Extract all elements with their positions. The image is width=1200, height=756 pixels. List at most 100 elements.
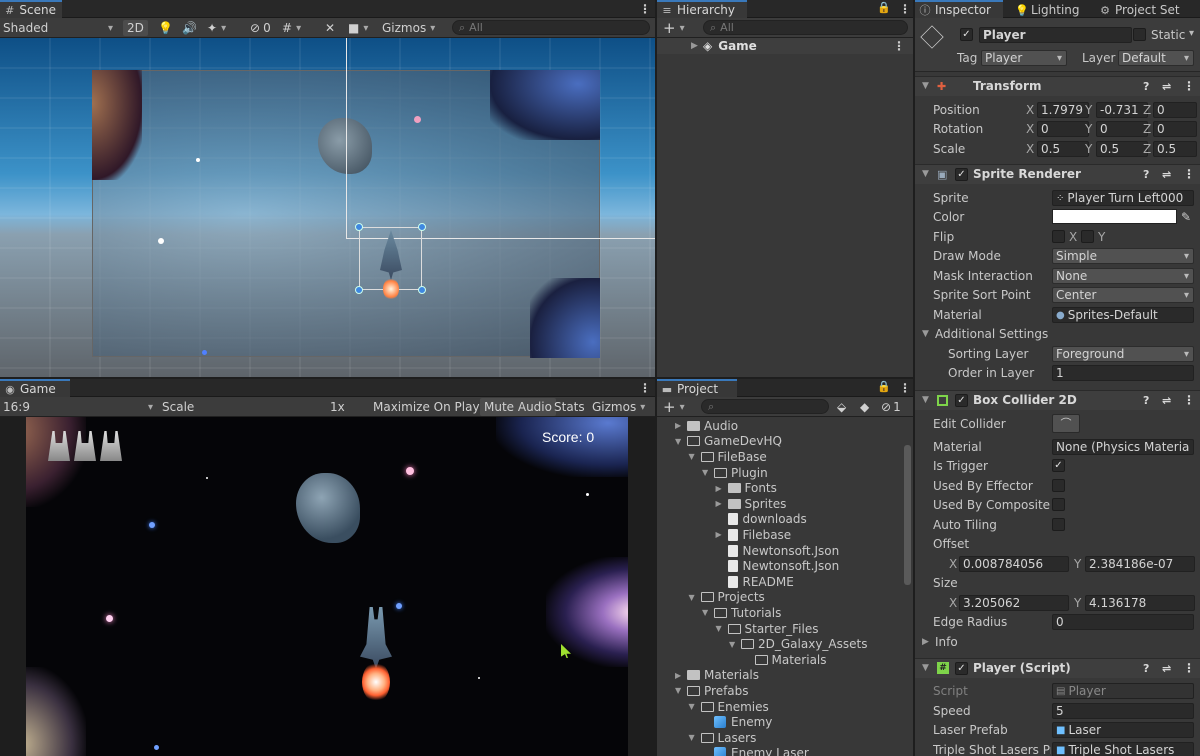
info-foldout[interactable]: ▶ Info: [915, 632, 1200, 652]
create-asset-dropdown[interactable]: +: [663, 398, 685, 416]
tab-lighting[interactable]: 💡 Lighting: [1011, 0, 1086, 18]
project-tree-item[interactable]: ▼ Prefabs: [657, 683, 901, 699]
project-scrollbar[interactable]: [904, 445, 911, 585]
component-menu-icon[interactable]: ⋮: [1183, 393, 1195, 407]
eyedropper-icon[interactable]: ✎: [1181, 210, 1191, 224]
sprite-material-field[interactable]: ● Sprites-Default: [1052, 307, 1194, 323]
preset-icon[interactable]: ⇌: [1162, 80, 1171, 93]
hidden-objects-icon[interactable]: ⊘ 0: [250, 19, 271, 37]
static-checkbox[interactable]: [1133, 28, 1146, 41]
expand-arrow-icon[interactable]: ▶: [716, 530, 725, 539]
box-collider-enabled-checkbox[interactable]: ✓: [955, 394, 968, 407]
project-tree-item[interactable]: Enemy Laser: [657, 746, 901, 756]
collapse-arrow-icon[interactable]: ▼: [675, 686, 684, 695]
edit-collider-button[interactable]: ⌒: [1052, 414, 1080, 433]
scene-search-input[interactable]: ⌕ All: [452, 20, 650, 35]
lock-icon[interactable]: 🔒: [877, 1, 891, 14]
collapse-arrow-icon[interactable]: ▼: [702, 608, 711, 617]
mute-audio-toggle[interactable]: Mute Audio: [480, 398, 556, 416]
2d-toggle-button[interactable]: 2D: [123, 20, 148, 36]
project-tree-item[interactable]: ▼ Lasers: [657, 730, 901, 746]
additional-settings-foldout[interactable]: ▼ Additional Settings: [915, 324, 1200, 344]
project-tree-item[interactable]: ▶ Filebase: [657, 527, 901, 543]
preset-icon[interactable]: ⇌: [1162, 662, 1171, 675]
size-x-field[interactable]: 3.205062: [959, 595, 1069, 611]
edge-radius-field[interactable]: 0: [1052, 614, 1194, 630]
grid-snap-icon[interactable]: #: [282, 19, 301, 37]
tab-inspector[interactable]: ⓘ Inspector: [915, 0, 1003, 18]
expand-arrow-icon[interactable]: ▶: [691, 41, 698, 51]
sprite-object-field[interactable]: ⁘ Player Turn Left000: [1052, 190, 1194, 206]
expand-arrow-icon[interactable]: ▶: [716, 484, 725, 493]
box-collider-header[interactable]: ▼ ✓ Box Collider 2D ? ⇌ ⋮: [915, 390, 1200, 410]
project-menu-icon[interactable]: ⋮: [899, 381, 911, 395]
help-icon[interactable]: ?: [1143, 80, 1149, 93]
collapse-arrow-icon[interactable]: ▼: [689, 733, 698, 742]
expand-arrow-icon[interactable]: ▶: [922, 637, 929, 647]
project-tree-item[interactable]: Enemy: [657, 714, 901, 730]
rotation-z-field[interactable]: 0: [1153, 121, 1197, 137]
shading-mode-dropdown[interactable]: Shaded: [3, 19, 113, 37]
handle-top-left[interactable]: [355, 223, 363, 231]
project-tree-item[interactable]: ▼ Projects: [657, 590, 901, 606]
tab-project-settings[interactable]: ⚙ Project Set: [1095, 0, 1186, 18]
hierarchy-scene-row[interactable]: ▶ ◈ Game ⋮: [657, 38, 913, 54]
project-tree-item[interactable]: ▼ Plugin: [657, 465, 901, 481]
hierarchy-menu-icon[interactable]: ⋮: [899, 2, 911, 16]
tab-game[interactable]: ◉ Game: [0, 379, 70, 397]
project-tree-item[interactable]: Newtonsoft.Json: [657, 543, 901, 559]
sprite-renderer-header[interactable]: ▼ ▣ ✓ Sprite Renderer ? ⇌ ⋮: [915, 164, 1200, 184]
filter-label-icon[interactable]: ◆: [860, 398, 869, 416]
color-swatch[interactable]: [1052, 209, 1177, 224]
mask-interaction-dropdown[interactable]: None: [1052, 268, 1194, 284]
preset-icon[interactable]: ⇌: [1162, 394, 1171, 407]
lock-icon[interactable]: 🔒: [877, 380, 891, 393]
speed-field[interactable]: 5: [1052, 703, 1194, 719]
player-script-enabled-checkbox[interactable]: ✓: [955, 662, 968, 675]
sprite-sort-point-dropdown[interactable]: Center: [1052, 287, 1194, 303]
camera-icon[interactable]: ■: [348, 19, 368, 37]
size-y-field[interactable]: 4.136178: [1085, 595, 1195, 611]
scene-menu-icon[interactable]: ⋮: [639, 2, 651, 16]
triple-shot-field[interactable]: ■ Triple Shot Lasers: [1052, 742, 1194, 756]
static-dropdown-icon[interactable]: ▾: [1189, 28, 1194, 39]
component-menu-icon[interactable]: ⋮: [1183, 661, 1195, 675]
collapse-arrow-icon[interactable]: ▼: [729, 640, 738, 649]
rotation-x-field[interactable]: 0: [1037, 121, 1089, 137]
position-y-field[interactable]: -0.731: [1096, 102, 1148, 118]
maximize-on-play-toggle[interactable]: Maximize On Play: [373, 398, 480, 416]
collapse-arrow-icon[interactable]: ▼: [922, 169, 929, 179]
expand-arrow-icon[interactable]: ▶: [675, 671, 684, 680]
collapse-arrow-icon[interactable]: ▼: [675, 437, 684, 446]
collapse-arrow-icon[interactable]: ▼: [922, 663, 929, 673]
component-menu-icon[interactable]: ⋮: [1183, 167, 1195, 181]
project-tree-item[interactable]: Materials: [657, 652, 901, 668]
sprite-renderer-enabled-checkbox[interactable]: ✓: [955, 168, 968, 181]
project-tree-item[interactable]: downloads: [657, 512, 901, 528]
draw-mode-dropdown[interactable]: Simple: [1052, 248, 1194, 264]
create-dropdown[interactable]: +: [663, 19, 685, 37]
project-tree-item[interactable]: README: [657, 574, 901, 590]
offset-y-field[interactable]: 2.384186e-07: [1085, 556, 1195, 572]
collider-material-field[interactable]: None (Physics Materia: [1052, 439, 1194, 455]
project-tree-item[interactable]: ▼ 2D_Galaxy_Assets: [657, 636, 901, 652]
project-tree-item[interactable]: ▼ Tutorials: [657, 605, 901, 621]
filter-type-icon[interactable]: ⬙: [837, 398, 846, 416]
player-script-header[interactable]: ▼ # ✓ Player (Script) ? ⇌ ⋮: [915, 658, 1200, 678]
scale-y-field[interactable]: 0.5: [1096, 141, 1148, 157]
position-z-field[interactable]: 0: [1153, 102, 1197, 118]
layer-dropdown[interactable]: Default: [1118, 50, 1194, 66]
help-icon[interactable]: ?: [1143, 662, 1149, 675]
game-gizmos-dropdown[interactable]: Gizmos: [592, 398, 645, 416]
expand-arrow-icon[interactable]: ▶: [675, 421, 684, 430]
scale-z-field[interactable]: 0.5: [1153, 141, 1197, 157]
audio-toggle-icon[interactable]: 🔊: [182, 19, 197, 37]
collapse-arrow-icon[interactable]: ▼: [716, 624, 725, 633]
stats-toggle[interactable]: Stats: [554, 398, 585, 416]
rotation-y-field[interactable]: 0: [1096, 121, 1148, 137]
collapse-arrow-icon[interactable]: ▼: [922, 395, 929, 405]
sorting-layer-dropdown[interactable]: Foreground: [1052, 346, 1194, 362]
flip-x-checkbox[interactable]: [1052, 230, 1065, 243]
used-by-composite-checkbox[interactable]: [1052, 498, 1065, 511]
collapse-arrow-icon[interactable]: ▼: [689, 452, 698, 461]
